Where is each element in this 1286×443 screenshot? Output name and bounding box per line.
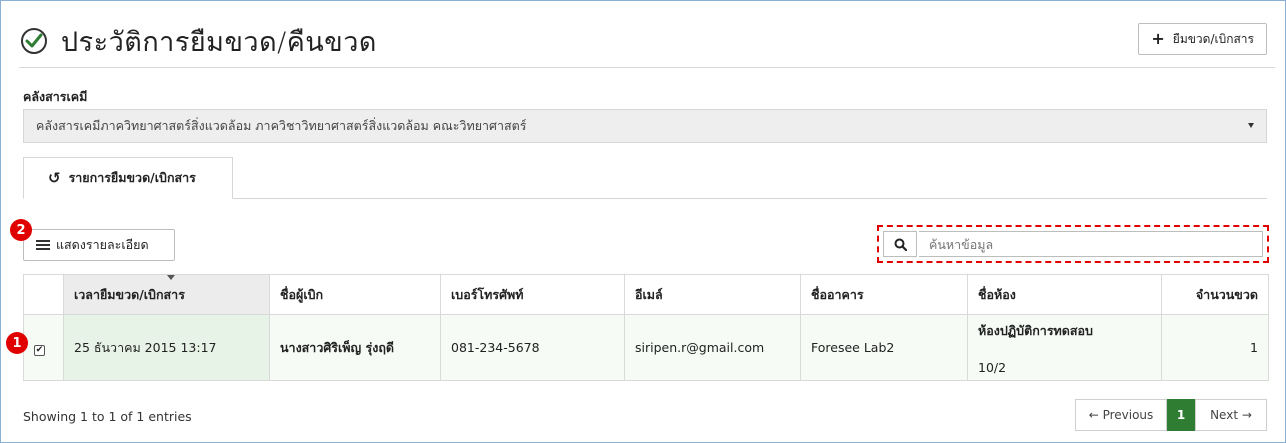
store-select-value: คลังสารเคมีภาควิทยาศาสตร์สิ่งแวดล้อม ภาค… (36, 118, 527, 133)
annotation-badge-1: 1 (6, 332, 28, 354)
row-checkbox[interactable]: ✔ (34, 344, 45, 356)
tab-borrow-list-label: รายการยืมขวด/เบิกสาร (68, 170, 196, 185)
current-page-button[interactable]: 1 (1167, 399, 1195, 431)
list-icon (36, 240, 50, 250)
plus-icon: + (1151, 29, 1165, 48)
tab-borrow-list[interactable]: ↺ รายการยืมขวด/เบิกสาร (23, 157, 233, 199)
store-select[interactable]: คลังสารเคมีภาควิทยาศาสตร์สิ่งแวดล้อม ภาค… (23, 109, 1267, 143)
column-header-time[interactable]: เวลายืมขวด/เบิกสาร (63, 274, 270, 315)
column-header-email[interactable]: อีเมล์ (624, 274, 801, 315)
column-header-count[interactable]: จำนวนขวด (1161, 274, 1269, 315)
row-select-cell: ✔ (23, 314, 64, 381)
column-header-building-label: ชื่ออาคาร (811, 286, 864, 302)
search-input[interactable] (919, 231, 1263, 257)
column-header-time-label: เวลายืมขวด/เบิกสาร (74, 286, 185, 302)
show-detail-label: แสดงรายละเอียด (56, 237, 149, 252)
table-header-row: เวลายืมขวด/เบิกสาร ชื่อผู้เบิก เบอร์โทรศ… (23, 274, 1269, 315)
clock-check-icon (21, 28, 47, 54)
cell-room: ห้องปฏิบัติการทดสอบ 10/2 (967, 314, 1162, 381)
next-page-button[interactable]: Next → (1195, 399, 1267, 431)
column-header-room[interactable]: ชื่อห้อง (967, 274, 1162, 315)
cell-time: 25 ธันวาคม 2015 13:17 (63, 314, 270, 381)
cell-building: Foresee Lab2 (800, 314, 968, 381)
column-header-name[interactable]: ชื่อผู้เบิก (269, 274, 441, 315)
search-area (877, 225, 1269, 263)
annotation-badge-2: 2 (10, 219, 32, 241)
history-icon: ↺ (48, 169, 61, 187)
header-divider (19, 67, 1275, 68)
column-header-building[interactable]: ชื่ออาคาร (800, 274, 968, 315)
column-header-name-label: ชื่อผู้เบิก (280, 286, 324, 302)
page-header: ประวัติการยืมขวด/คืนขวด (19, 13, 377, 69)
column-header-count-label: จำนวนขวด (1195, 286, 1258, 302)
entries-info: Showing 1 to 1 of 1 entries (23, 409, 192, 424)
store-label: คลังสารเคมี (23, 89, 88, 104)
page-title: ประวัติการยืมขวด/คืนขวด (61, 26, 377, 58)
column-header-email-label: อีเมล์ (635, 286, 663, 302)
pagination: ← Previous 1 Next → (1075, 399, 1267, 431)
cell-room-number: 10/2 (978, 359, 1007, 375)
previous-page-button[interactable]: ← Previous (1075, 399, 1167, 431)
caret-down-icon (1248, 123, 1254, 128)
cell-room-name: ห้องปฏิบัติการทดสอบ (978, 322, 1093, 338)
select-column-header (23, 274, 64, 315)
column-header-phone[interactable]: เบอร์โทรศัพท์ (440, 274, 625, 315)
sort-desc-icon (166, 275, 175, 280)
column-header-phone-label: เบอร์โทรศัพท์ (451, 286, 524, 302)
cell-name: นางสาวศิริเพ็ญ รุ่งฤดี (269, 314, 441, 381)
column-header-room-label: ชื่อห้อง (978, 286, 1016, 302)
add-borrow-button[interactable]: + ยืมขวด/เบิกสาร (1138, 23, 1267, 55)
cell-count: 1 (1161, 314, 1269, 381)
cell-phone: 081-234-5678 (440, 314, 625, 381)
search-icon (894, 238, 907, 251)
app-frame: ประวัติการยืมขวด/คืนขวด + ยืมขวด/เบิกสาร… (0, 0, 1286, 443)
show-detail-button[interactable]: แสดงรายละเอียด (23, 229, 175, 261)
table-row[interactable]: ✔ 25 ธันวาคม 2015 13:17 นางสาวศิริเพ็ญ ร… (23, 314, 1269, 381)
borrow-table: เวลายืมขวด/เบิกสาร ชื่อผู้เบิก เบอร์โทรศ… (23, 274, 1269, 381)
add-borrow-label: ยืมขวด/เบิกสาร (1172, 31, 1254, 46)
cell-email: siripen.r@gmail.com (624, 314, 801, 381)
search-button[interactable] (883, 231, 917, 257)
